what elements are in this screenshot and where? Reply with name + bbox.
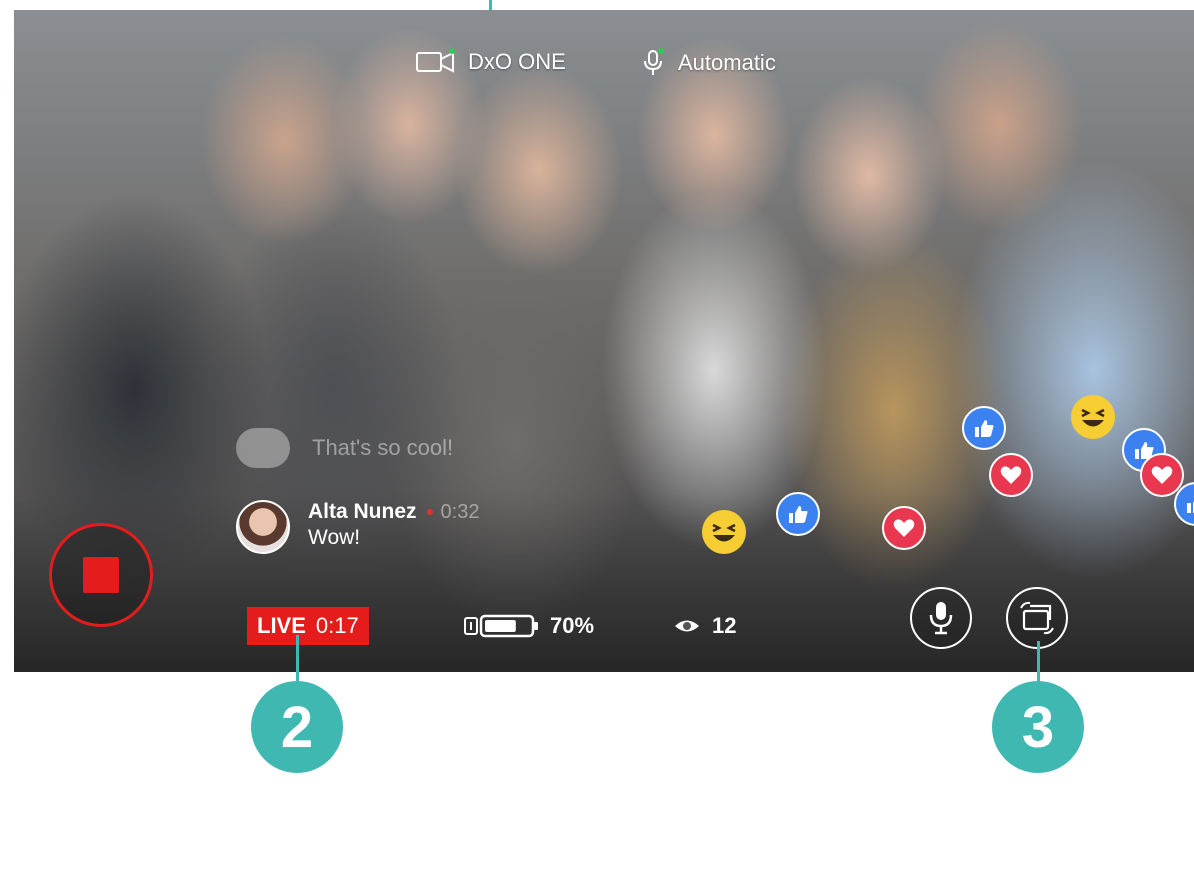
callout-line-3 <box>1037 641 1040 685</box>
comment-faded: That's so cool! <box>236 428 453 468</box>
love-reaction-icon <box>989 453 1033 497</box>
comment-message: Wow! <box>308 526 361 549</box>
avatar <box>236 428 290 468</box>
stop-broadcast-button[interactable] <box>49 523 153 627</box>
camera-device-name: DxO ONE <box>468 49 566 74</box>
microphone-small-icon <box>644 48 664 75</box>
callout-badge-3: 3 <box>992 681 1084 773</box>
switch-camera-button[interactable] <box>1006 587 1068 649</box>
comment-author: Alta Nunez <box>308 500 417 523</box>
live-video-preview: DxO ONE Automatic That's so cool! Alta N… <box>14 10 1194 672</box>
eye-icon <box>675 620 699 632</box>
microphone-status[interactable]: Automatic <box>642 48 776 78</box>
haha-reaction-icon <box>1071 395 1115 439</box>
battery-percent: 70% <box>550 613 595 638</box>
comment-text: That's so cool! <box>312 435 454 460</box>
viewer-count-value: 12 <box>712 613 737 638</box>
video-shade <box>14 492 1194 672</box>
callout-line-2 <box>296 635 299 685</box>
love-reaction-icon <box>882 506 926 550</box>
haha-reaction-icon <box>702 510 746 554</box>
like-reaction-icon <box>962 406 1006 450</box>
live-badge: LIVE 0:17 <box>247 607 369 645</box>
avatar <box>236 500 290 554</box>
switch-camera-icon <box>1020 601 1054 635</box>
video-camera-icon <box>416 48 455 73</box>
microphone-button[interactable] <box>910 587 972 649</box>
callout-badge-2: 2 <box>251 681 343 773</box>
like-reaction-icon <box>776 492 820 536</box>
microphone-mode: Automatic <box>678 50 776 75</box>
viewer-count: 12 <box>674 613 736 639</box>
comment-item: Alta Nunez 0:32 Wow! <box>236 500 479 554</box>
battery-icon <box>464 614 538 638</box>
live-elapsed-time: 0:17 <box>315 613 359 638</box>
stop-icon <box>83 557 119 593</box>
separator-dot <box>426 509 433 516</box>
comment-time: 0:32 <box>440 501 480 523</box>
battery-status: 70% <box>464 613 594 639</box>
camera-status[interactable]: DxO ONE <box>416 48 566 76</box>
microphone-icon <box>929 602 953 635</box>
comment-body: Alta Nunez 0:32 Wow! <box>308 500 479 550</box>
